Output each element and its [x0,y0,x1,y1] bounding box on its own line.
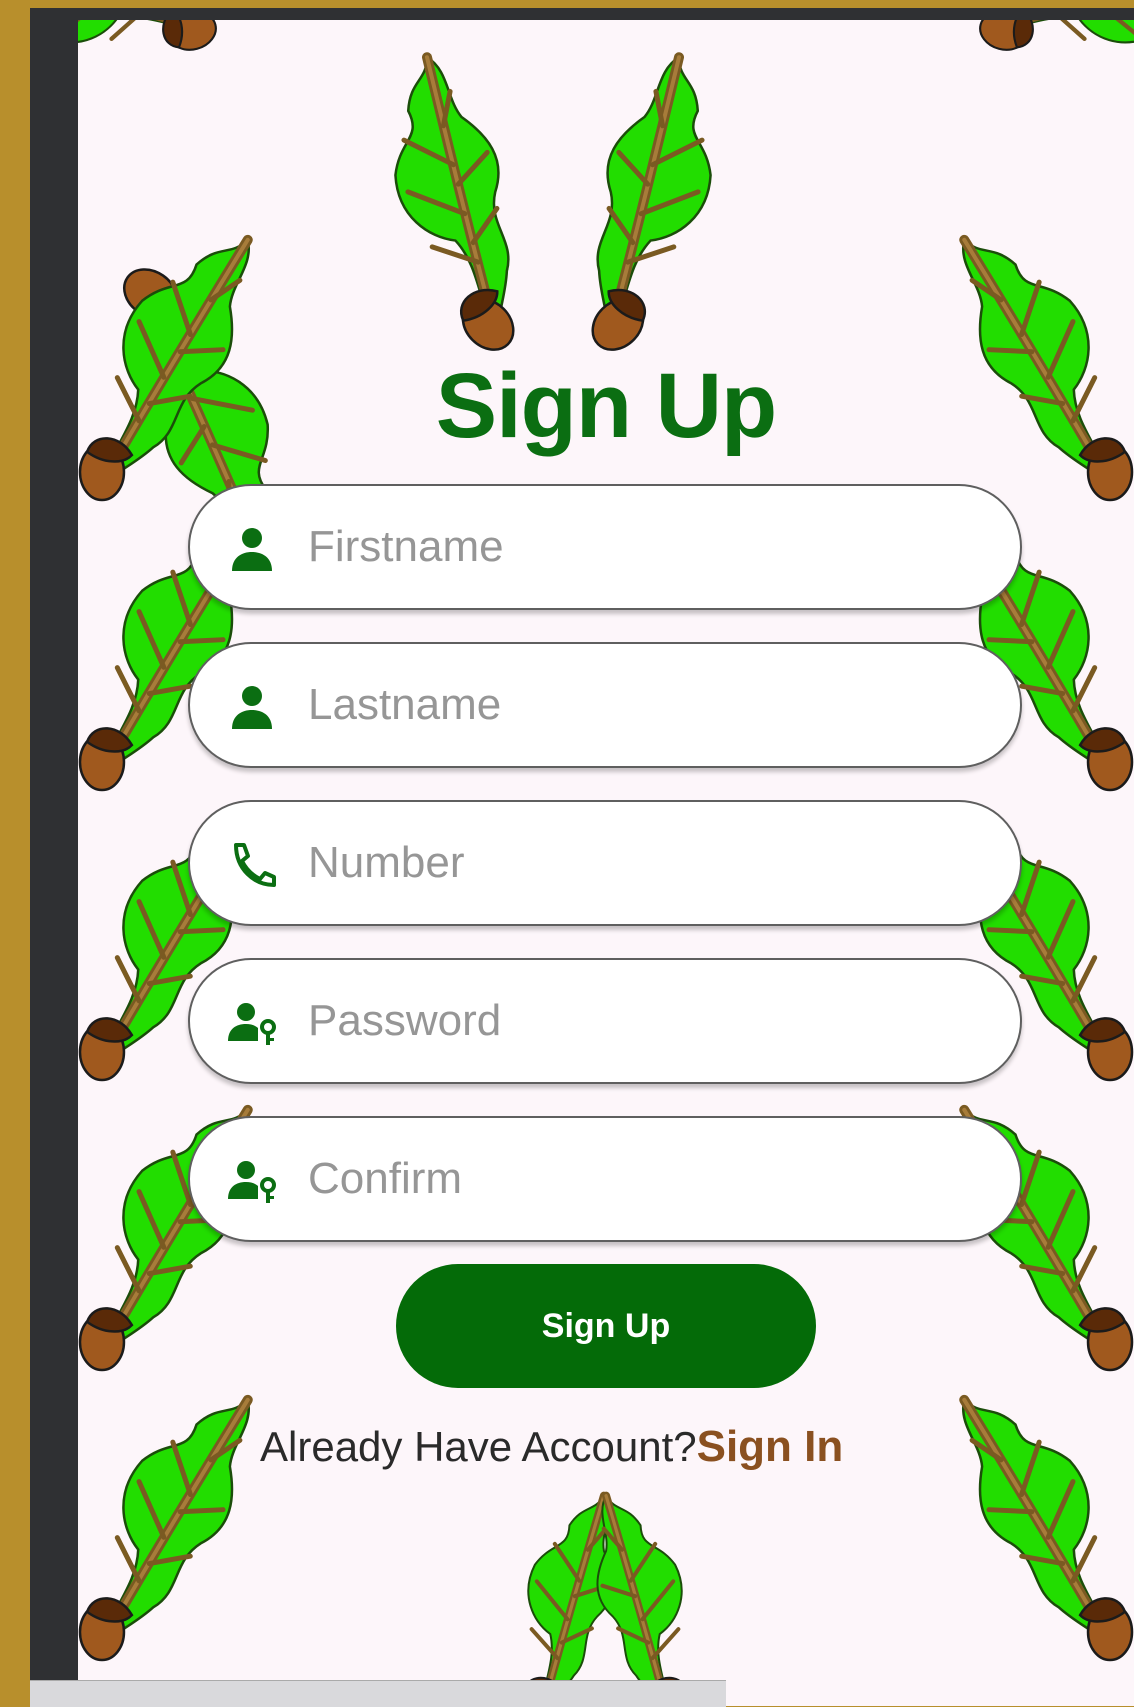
number-placeholder: Number [308,838,465,887]
oak-leaf-decoration [98,1360,99,1361]
already-have-account-text: Already Have Account? [260,1423,697,1470]
page-title: Sign Up [435,355,778,457]
person-key-icon [228,1001,276,1045]
oak-leaf-decoration [1114,780,1115,781]
oak-leaf-decoration [98,1070,99,1071]
oak-leaf-decoration [98,1650,99,1651]
oak-leaf-decoration [988,30,989,31]
password-placeholder: Password [308,996,502,1045]
oak-leaf-decoration [498,340,499,341]
person-icon [228,685,276,729]
password-field[interactable]: Password [188,958,1022,1084]
person-key-icon [228,1159,276,1203]
firstname-field[interactable]: Firstname [188,484,1022,610]
lastname-field[interactable]: Lastname [188,642,1022,768]
phone-icon [228,843,276,887]
oak-leaf-decoration [608,340,609,341]
oak-leaf-decoration [1114,490,1115,491]
person-icon [228,527,276,571]
oak-leaf-decoration [1114,1360,1115,1361]
signin-prompt: Already Have Account?Sign In [260,1422,843,1482]
sign-in-link[interactable]: Sign In [697,1422,844,1471]
lastname-placeholder: Lastname [308,680,502,729]
oak-leaf-decoration [138,280,139,281]
confirm-password-field[interactable]: Confirm [188,1116,1022,1242]
oak-leaf-decoration [98,780,99,781]
horizontal-scrollbar[interactable] [30,1680,726,1707]
oak-leaf-decoration [98,490,99,491]
oak-leaf-decoration [208,30,209,31]
oak-leaf-decoration [1114,1650,1115,1651]
outer-gold-border [0,0,1134,8]
firstname-placeholder: Firstname [308,522,504,571]
number-field[interactable]: Number [188,800,1022,926]
oak-leaf-decoration [1114,1070,1115,1071]
signup-screen: Sign Up Firstname Lastname Number Passwo… [78,20,1134,1706]
confirm-placeholder: Confirm [308,1154,463,1203]
sign-up-button[interactable]: Sign Up [396,1264,816,1388]
